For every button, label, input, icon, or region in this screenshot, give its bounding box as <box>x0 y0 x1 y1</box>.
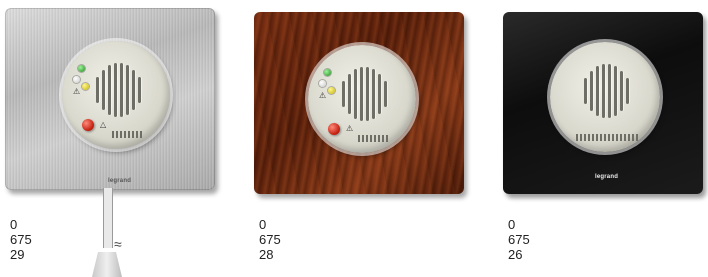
wire-cable <box>103 188 113 248</box>
speaker-grille <box>584 64 629 118</box>
cover-plate-wood: ⚠ ⚠ <box>254 12 464 194</box>
wire-connector <box>92 252 122 277</box>
red-test-button-icon[interactable] <box>328 123 340 135</box>
product-code: 0 675 28 <box>259 217 281 262</box>
brand-label: legrand <box>595 174 619 180</box>
speaker-grille <box>96 63 141 117</box>
flame-icon: △ <box>100 120 107 129</box>
red-test-button-icon[interactable] <box>82 119 94 131</box>
green-led-icon <box>324 69 331 76</box>
cover-plate-aluminium: ⚠ △ legrand <box>5 8 215 190</box>
brand-label: legrand <box>108 178 132 184</box>
product-code: 0 675 29 <box>10 217 32 262</box>
yellow-led-icon <box>82 83 89 90</box>
detector-disc <box>550 42 660 152</box>
yellow-led-icon <box>328 87 335 94</box>
detector-disc: ⚠ △ <box>62 41 170 149</box>
white-led-icon <box>319 80 326 87</box>
warning-icon: ⚠ <box>73 87 81 96</box>
product-code: 0 675 26 <box>508 217 530 262</box>
warning-icon: ⚠ <box>346 124 354 133</box>
white-led-icon <box>73 76 80 83</box>
cable-break-icon: ≈ <box>114 236 122 252</box>
bottom-vents <box>576 134 638 141</box>
cover-plate-black: legrand <box>503 12 703 194</box>
warning-icon: ⚠ <box>319 91 327 100</box>
detector-disc: ⚠ ⚠ <box>308 45 416 153</box>
speaker-grille <box>342 67 387 121</box>
bottom-vents <box>112 131 142 138</box>
green-led-icon <box>78 65 85 72</box>
bottom-vents <box>358 135 388 142</box>
